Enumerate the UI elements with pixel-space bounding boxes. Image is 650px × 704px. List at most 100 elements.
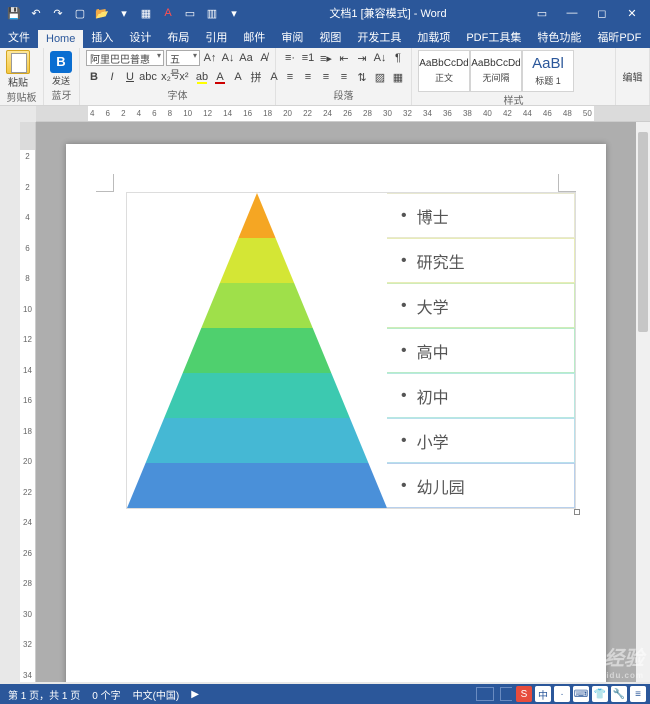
selection-handle[interactable]	[574, 509, 580, 515]
smartart-pyramid-list[interactable]: 博士研究生大学高中初中小学幼儿园	[126, 192, 576, 509]
ime-tool-icon[interactable]: 🔧	[611, 686, 627, 702]
qat-more-icon[interactable]: ▾	[116, 5, 132, 21]
strike-button[interactable]: abc	[140, 69, 156, 85]
shrink-font-icon[interactable]: A↓	[220, 50, 236, 66]
vertical-scrollbar[interactable]	[636, 122, 650, 682]
vertical-ruler[interactable]: 2246810121416182022242628303234	[20, 122, 36, 682]
tab-addins[interactable]: 加载项	[409, 26, 458, 48]
qat-tool-icon[interactable]: ▭	[182, 5, 198, 21]
qat-tool3-icon[interactable]: ▾	[226, 5, 242, 21]
pyramid-segment[interactable]	[127, 328, 387, 373]
horizontal-ruler[interactable]: 4624681012141618202224262830323436384042…	[36, 106, 650, 122]
macro-icon[interactable]: ▶	[191, 689, 199, 700]
tab-references[interactable]: 引用	[197, 26, 235, 48]
multilevel-icon[interactable]: ≡▸	[318, 50, 334, 66]
align-left-icon[interactable]: ≡	[282, 69, 298, 85]
pyramid-label[interactable]: 大学	[387, 283, 575, 328]
borders-icon[interactable]: ▦	[390, 69, 406, 85]
text-effects-icon[interactable]: A	[230, 69, 246, 85]
tab-pdf-tools[interactable]: PDF工具集	[458, 26, 529, 48]
undo-icon[interactable]: ↶	[28, 5, 44, 21]
align-right-icon[interactable]: ≡	[318, 69, 334, 85]
editing-dropdown[interactable]: 编辑	[623, 69, 643, 84]
pyramid-segment[interactable]	[127, 373, 387, 418]
scrollbar-thumb[interactable]	[638, 132, 648, 332]
close-button[interactable]: ✕	[618, 3, 646, 23]
qat-a-icon[interactable]: A	[160, 5, 176, 21]
decrease-indent-icon[interactable]: ⇤	[336, 50, 352, 66]
tab-view[interactable]: 视图	[311, 26, 349, 48]
paste-button[interactable]: 粘贴	[6, 50, 30, 89]
qat-tool2-icon[interactable]: ▥	[204, 5, 220, 21]
ime-menu-icon[interactable]: ≡	[630, 686, 646, 702]
pyramid-segment[interactable]	[127, 463, 387, 508]
minimize-button[interactable]: —	[558, 3, 586, 23]
ribbon-options-icon[interactable]: ▭	[528, 3, 556, 23]
grow-font-icon[interactable]: A↑	[202, 50, 218, 66]
style-heading1[interactable]: AaBl 标题 1	[522, 50, 574, 92]
change-case-icon[interactable]: Aa	[238, 50, 254, 66]
page[interactable]: 博士研究生大学高中初中小学幼儿园	[66, 144, 606, 682]
new-icon[interactable]: ▢	[72, 5, 88, 21]
styles-gallery[interactable]: AaBbCcDd 正文 AaBbCcDd 无间隔 AaBl 标题 1	[418, 50, 574, 92]
pyramid-row[interactable]: 研究生	[127, 238, 575, 283]
align-center-icon[interactable]: ≡	[300, 69, 316, 85]
pyramid-label[interactable]: 初中	[387, 373, 575, 418]
pyramid-row[interactable]: 博士	[127, 193, 575, 238]
tab-foxit[interactable]: 福昕PDF	[589, 26, 649, 48]
pyramid-label[interactable]: 幼儿园	[387, 463, 575, 508]
pyramid-label[interactable]: 高中	[387, 328, 575, 373]
pyramid-label[interactable]: 博士	[387, 193, 575, 238]
document-area[interactable]: 博士研究生大学高中初中小学幼儿园	[36, 122, 636, 682]
phonetic-icon[interactable]: 拼	[248, 69, 264, 85]
tab-design[interactable]: 设计	[121, 26, 159, 48]
tab-file[interactable]: 文件	[0, 26, 38, 48]
ime-skin-icon[interactable]: 👕	[592, 686, 608, 702]
font-color-icon[interactable]: A	[212, 69, 228, 85]
bluetooth-send-button[interactable]: B 发送	[50, 51, 72, 87]
pyramid-segment[interactable]	[127, 238, 387, 283]
tab-home[interactable]: Home	[38, 30, 83, 48]
font-name-combo[interactable]: 阿里巴巴普惠	[86, 50, 164, 66]
tab-layout[interactable]: 布局	[159, 26, 197, 48]
pyramid-row[interactable]: 小学	[127, 418, 575, 463]
read-mode-icon[interactable]	[476, 687, 494, 701]
style-normal[interactable]: AaBbCcDd 正文	[418, 50, 470, 92]
ime-punct-icon[interactable]: ·	[554, 686, 570, 702]
sort-icon[interactable]: A↓	[372, 50, 388, 66]
ime-lang-button[interactable]: 中	[535, 686, 551, 702]
increase-indent-icon[interactable]: ⇥	[354, 50, 370, 66]
font-size-combo[interactable]: 五号	[166, 50, 200, 66]
ime-sogou-icon[interactable]: S	[516, 686, 532, 702]
shading-icon[interactable]: ▨	[372, 69, 388, 85]
word-count[interactable]: 0 个字	[92, 687, 120, 702]
pyramid-row[interactable]: 幼儿园	[127, 463, 575, 508]
redo-icon[interactable]: ↷	[50, 5, 66, 21]
table-icon[interactable]: ▦	[138, 5, 154, 21]
tab-review[interactable]: 审阅	[273, 26, 311, 48]
ime-keyboard-icon[interactable]: ⌨	[573, 686, 589, 702]
line-spacing-icon[interactable]: ⇅	[354, 69, 370, 85]
style-no-spacing[interactable]: AaBbCcDd 无间隔	[470, 50, 522, 92]
bold-button[interactable]: B	[86, 69, 102, 85]
pyramid-segment[interactable]	[127, 193, 387, 238]
highlight-icon[interactable]: ab	[194, 69, 210, 85]
page-count[interactable]: 第 1 页，共 1 页	[8, 687, 80, 702]
language-status[interactable]: 中文(中国)	[133, 687, 180, 702]
justify-icon[interactable]: ≡	[336, 69, 352, 85]
clear-format-icon[interactable]: A̸	[256, 50, 272, 66]
open-icon[interactable]: 📂	[94, 5, 110, 21]
pyramid-row[interactable]: 初中	[127, 373, 575, 418]
pyramid-segment[interactable]	[127, 283, 387, 328]
italic-button[interactable]: I	[104, 69, 120, 85]
pyramid-segment[interactable]	[127, 418, 387, 463]
pyramid-row[interactable]: 高中	[127, 328, 575, 373]
bullets-icon[interactable]: ≡·	[282, 50, 298, 66]
tab-mailings[interactable]: 邮件	[235, 26, 273, 48]
maximize-button[interactable]: ◻	[588, 3, 616, 23]
save-icon[interactable]: 💾	[6, 5, 22, 21]
show-marks-icon[interactable]: ¶	[390, 50, 406, 66]
numbering-icon[interactable]: ≡1	[300, 50, 316, 66]
underline-button[interactable]: U	[122, 69, 138, 85]
pyramid-label[interactable]: 研究生	[387, 238, 575, 283]
